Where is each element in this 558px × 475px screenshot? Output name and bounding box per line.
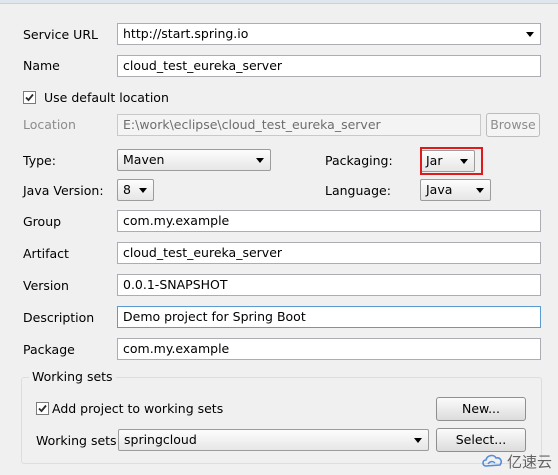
use-default-location-label: Use default location (44, 90, 169, 105)
chevron-down-icon (476, 188, 484, 193)
working-sets-group-title: Working sets (29, 369, 116, 385)
browse-button[interactable]: Browse (486, 113, 540, 137)
packaging-highlight-box (420, 147, 483, 175)
working-sets-label: Working sets: (36, 433, 121, 448)
watermark-text: 亿速云 (506, 452, 552, 471)
artifact-field[interactable]: cloud_test_eureka_server (117, 242, 541, 264)
location-field[interactable]: E:\work\eclipse\cloud_test_eureka_server (117, 114, 481, 136)
new-working-set-button[interactable]: New... (436, 397, 526, 421)
language-label: Language: (325, 183, 391, 198)
packaging-label: Packaging: (325, 153, 393, 168)
add-to-working-sets-checkbox[interactable] (36, 402, 49, 415)
working-sets-value: springcloud (124, 432, 197, 447)
version-field[interactable]: 0.0.1-SNAPSHOT (117, 274, 541, 296)
language-value: Java (426, 182, 453, 197)
window-top-edge (0, 0, 558, 4)
package-field[interactable]: com.my.example (117, 338, 541, 360)
group-field[interactable]: com.my.example (117, 210, 541, 232)
name-label: Name (23, 58, 60, 73)
add-to-working-sets-label: Add project to working sets (52, 401, 224, 416)
working-sets-select[interactable]: springcloud (118, 429, 429, 451)
package-label: Package (23, 342, 75, 357)
artifact-label: Artifact (23, 246, 69, 261)
chevron-down-icon (256, 158, 264, 163)
service-url-combo[interactable]: http://start.spring.io (117, 23, 541, 45)
description-label: Description (23, 310, 95, 325)
type-label: Type: (23, 153, 56, 168)
language-select[interactable]: Java (420, 179, 491, 201)
chevron-down-icon (526, 32, 534, 37)
checkmark-icon (38, 404, 47, 413)
select-working-sets-button[interactable]: Select... (436, 428, 526, 452)
location-label: Location (23, 117, 76, 132)
description-field[interactable]: Demo project for Spring Boot (117, 306, 541, 328)
service-url-value: http://start.spring.io (123, 26, 249, 41)
use-default-location-checkbox[interactable] (23, 91, 36, 104)
chevron-down-icon (139, 188, 147, 193)
watermark: 亿速云 (481, 450, 552, 472)
java-version-label: Java Version: (23, 183, 104, 198)
java-version-select[interactable]: 8 (117, 179, 154, 201)
chevron-down-icon (414, 438, 422, 443)
cloud-logo-icon (482, 454, 502, 467)
service-url-label: Service URL (23, 27, 98, 42)
type-select[interactable]: Maven (117, 149, 271, 171)
name-field[interactable]: cloud_test_eureka_server (117, 55, 541, 77)
checkmark-icon (25, 93, 34, 102)
java-version-value: 8 (123, 182, 131, 197)
type-value: Maven (123, 152, 165, 167)
group-label: Group (23, 214, 62, 229)
version-label: Version (23, 278, 69, 293)
